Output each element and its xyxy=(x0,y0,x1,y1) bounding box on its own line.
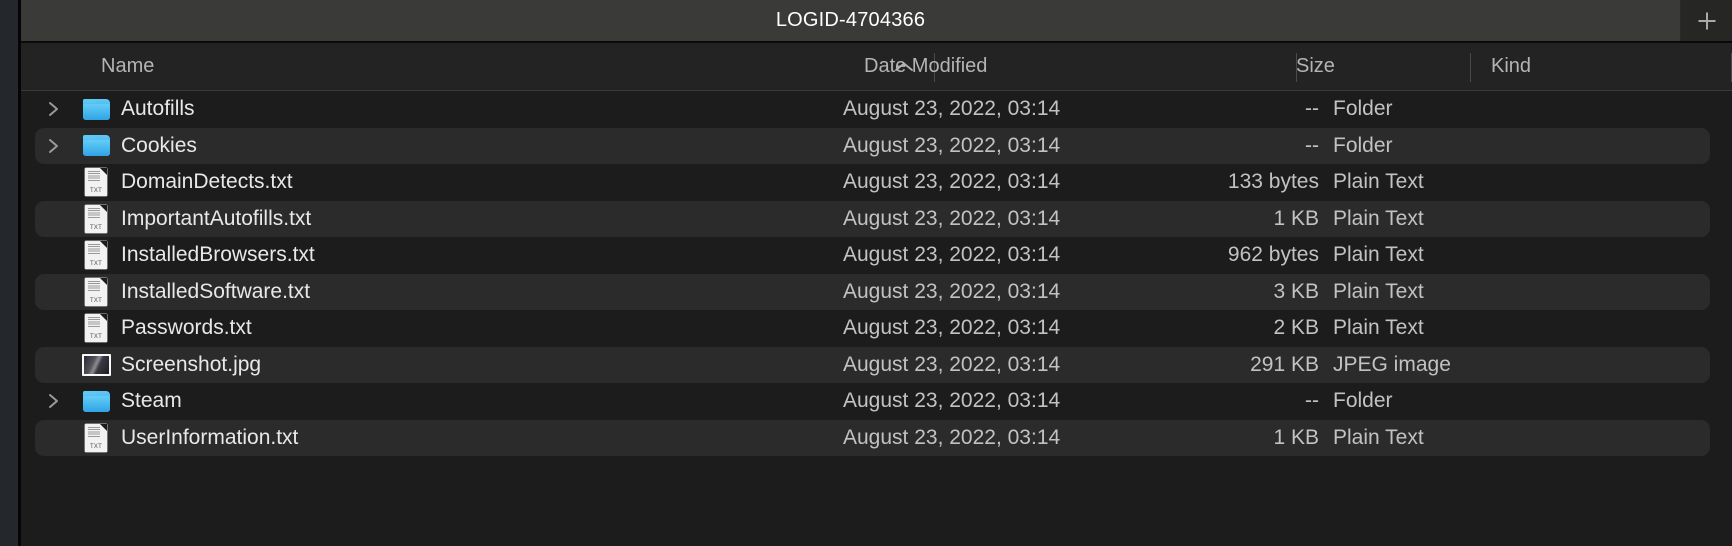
file-size: 1 KB xyxy=(1273,425,1319,449)
file-kind: Folder xyxy=(1333,133,1393,157)
tab-strip: LOGID-4704366 xyxy=(21,0,1732,41)
file-kind: Plain Text xyxy=(1333,206,1424,230)
disclosure-triangle[interactable] xyxy=(47,383,69,420)
file-size: 962 bytes xyxy=(1227,243,1319,267)
column-header-name-label: Name xyxy=(101,55,155,77)
file-name: InstalledBrowsers.txt xyxy=(121,243,315,267)
file-kind: Plain Text xyxy=(1333,243,1424,267)
file-name: UserInformation.txt xyxy=(121,425,299,449)
file-size: 133 bytes xyxy=(1227,170,1319,194)
text-file-icon: TXT xyxy=(81,237,111,274)
column-header-kind-label: Kind xyxy=(1491,55,1532,77)
file-name: ImportantAutofills.txt xyxy=(121,206,312,230)
window-titlebar: LOGID-4704366 xyxy=(21,0,1732,43)
file-name: Screenshot.jpg xyxy=(121,352,262,376)
file-date-modified: August 23, 2022, 03:14 xyxy=(843,316,1061,340)
file-date-modified: August 23, 2022, 03:14 xyxy=(843,133,1061,157)
finder-window: LOGID-4704366 Name Date Modified Size Ki… xyxy=(0,0,1732,546)
disclosure-triangle[interactable] xyxy=(47,91,69,128)
column-header-size-label: Size xyxy=(1296,55,1335,77)
table-row[interactable]: TXT Passwords.txt August 23, 2022, 03:14… xyxy=(21,310,1732,347)
file-size: -- xyxy=(1305,133,1319,157)
chevron-right-icon xyxy=(49,138,58,153)
column-header-size[interactable]: Size xyxy=(1275,43,1450,90)
table-row[interactable]: Cookies August 23, 2022, 03:14 -- Folder xyxy=(21,127,1732,165)
chevron-right-icon xyxy=(49,394,58,409)
file-size: 2 KB xyxy=(1273,316,1319,340)
table-row[interactable]: Screenshot.jpg August 23, 2022, 03:14 29… xyxy=(21,346,1732,384)
text-file-icon: TXT xyxy=(81,274,111,311)
file-date-modified: August 23, 2022, 03:14 xyxy=(843,425,1061,449)
file-date-modified: August 23, 2022, 03:14 xyxy=(843,170,1061,194)
table-row[interactable]: Steam August 23, 2022, 03:14 -- Folder xyxy=(21,383,1732,420)
table-row[interactable]: TXT InstalledBrowsers.txt August 23, 202… xyxy=(21,237,1732,274)
file-size: 1 KB xyxy=(1273,206,1319,230)
file-name: Autofills xyxy=(121,97,195,121)
chevron-right-icon xyxy=(49,102,58,117)
column-header-row: Name Date Modified Size Kind xyxy=(21,43,1732,91)
file-kind: Plain Text xyxy=(1333,425,1424,449)
file-kind: Plain Text xyxy=(1333,170,1424,194)
text-file-icon: TXT xyxy=(81,310,111,347)
file-date-modified: August 23, 2022, 03:14 xyxy=(843,243,1061,267)
file-date-modified: August 23, 2022, 03:14 xyxy=(843,97,1061,121)
column-header-date-modified[interactable]: Date Modified xyxy=(843,43,1163,90)
column-header-name[interactable]: Name xyxy=(101,43,891,90)
file-kind: Plain Text xyxy=(1333,316,1424,340)
text-file-icon: TXT xyxy=(81,420,111,457)
file-date-modified: August 23, 2022, 03:14 xyxy=(843,279,1061,303)
new-tab-button[interactable] xyxy=(1681,0,1732,41)
file-date-modified: August 23, 2022, 03:14 xyxy=(843,352,1061,376)
file-name: Passwords.txt xyxy=(121,316,252,340)
image-file-icon xyxy=(81,347,111,384)
file-name: InstalledSoftware.txt xyxy=(121,279,311,303)
file-kind: Folder xyxy=(1333,97,1393,121)
file-name: Steam xyxy=(121,389,182,413)
file-date-modified: August 23, 2022, 03:14 xyxy=(843,389,1061,413)
file-size: 3 KB xyxy=(1273,279,1319,303)
file-name: DomainDetects.txt xyxy=(121,170,293,194)
file-kind: Folder xyxy=(1333,389,1393,413)
sidebar-rail xyxy=(0,0,18,546)
folder-icon xyxy=(81,383,111,420)
text-file-icon: TXT xyxy=(81,164,111,201)
file-size: 291 KB xyxy=(1250,352,1319,376)
table-row[interactable]: TXT UserInformation.txt August 23, 2022,… xyxy=(21,419,1732,457)
table-row[interactable]: Autofills August 23, 2022, 03:14 -- Fold… xyxy=(21,91,1732,128)
table-row[interactable]: TXT InstalledSoftware.txt August 23, 202… xyxy=(21,273,1732,311)
text-file-icon: TXT xyxy=(81,201,111,238)
column-header-date-label: Date Modified xyxy=(864,55,988,77)
file-date-modified: August 23, 2022, 03:14 xyxy=(843,206,1061,230)
table-row[interactable]: TXT DomainDetects.txt August 23, 2022, 0… xyxy=(21,164,1732,201)
file-kind: Plain Text xyxy=(1333,279,1424,303)
folder-icon xyxy=(81,128,111,165)
file-name: Cookies xyxy=(121,133,197,157)
plus-icon xyxy=(1698,12,1715,29)
file-size: -- xyxy=(1305,97,1319,121)
window-title: LOGID-4704366 xyxy=(775,9,926,31)
disclosure-triangle[interactable] xyxy=(47,128,69,165)
column-header-kind[interactable]: Kind xyxy=(1470,43,1730,90)
file-kind: JPEG image xyxy=(1333,352,1451,376)
table-row[interactable]: TXT ImportantAutofills.txt August 23, 20… xyxy=(21,200,1732,238)
folder-icon xyxy=(81,91,111,128)
tab-logid[interactable]: LOGID-4704366 xyxy=(21,0,1681,41)
file-list: Autofills August 23, 2022, 03:14 -- Fold… xyxy=(21,91,1732,546)
file-size: -- xyxy=(1305,389,1319,413)
